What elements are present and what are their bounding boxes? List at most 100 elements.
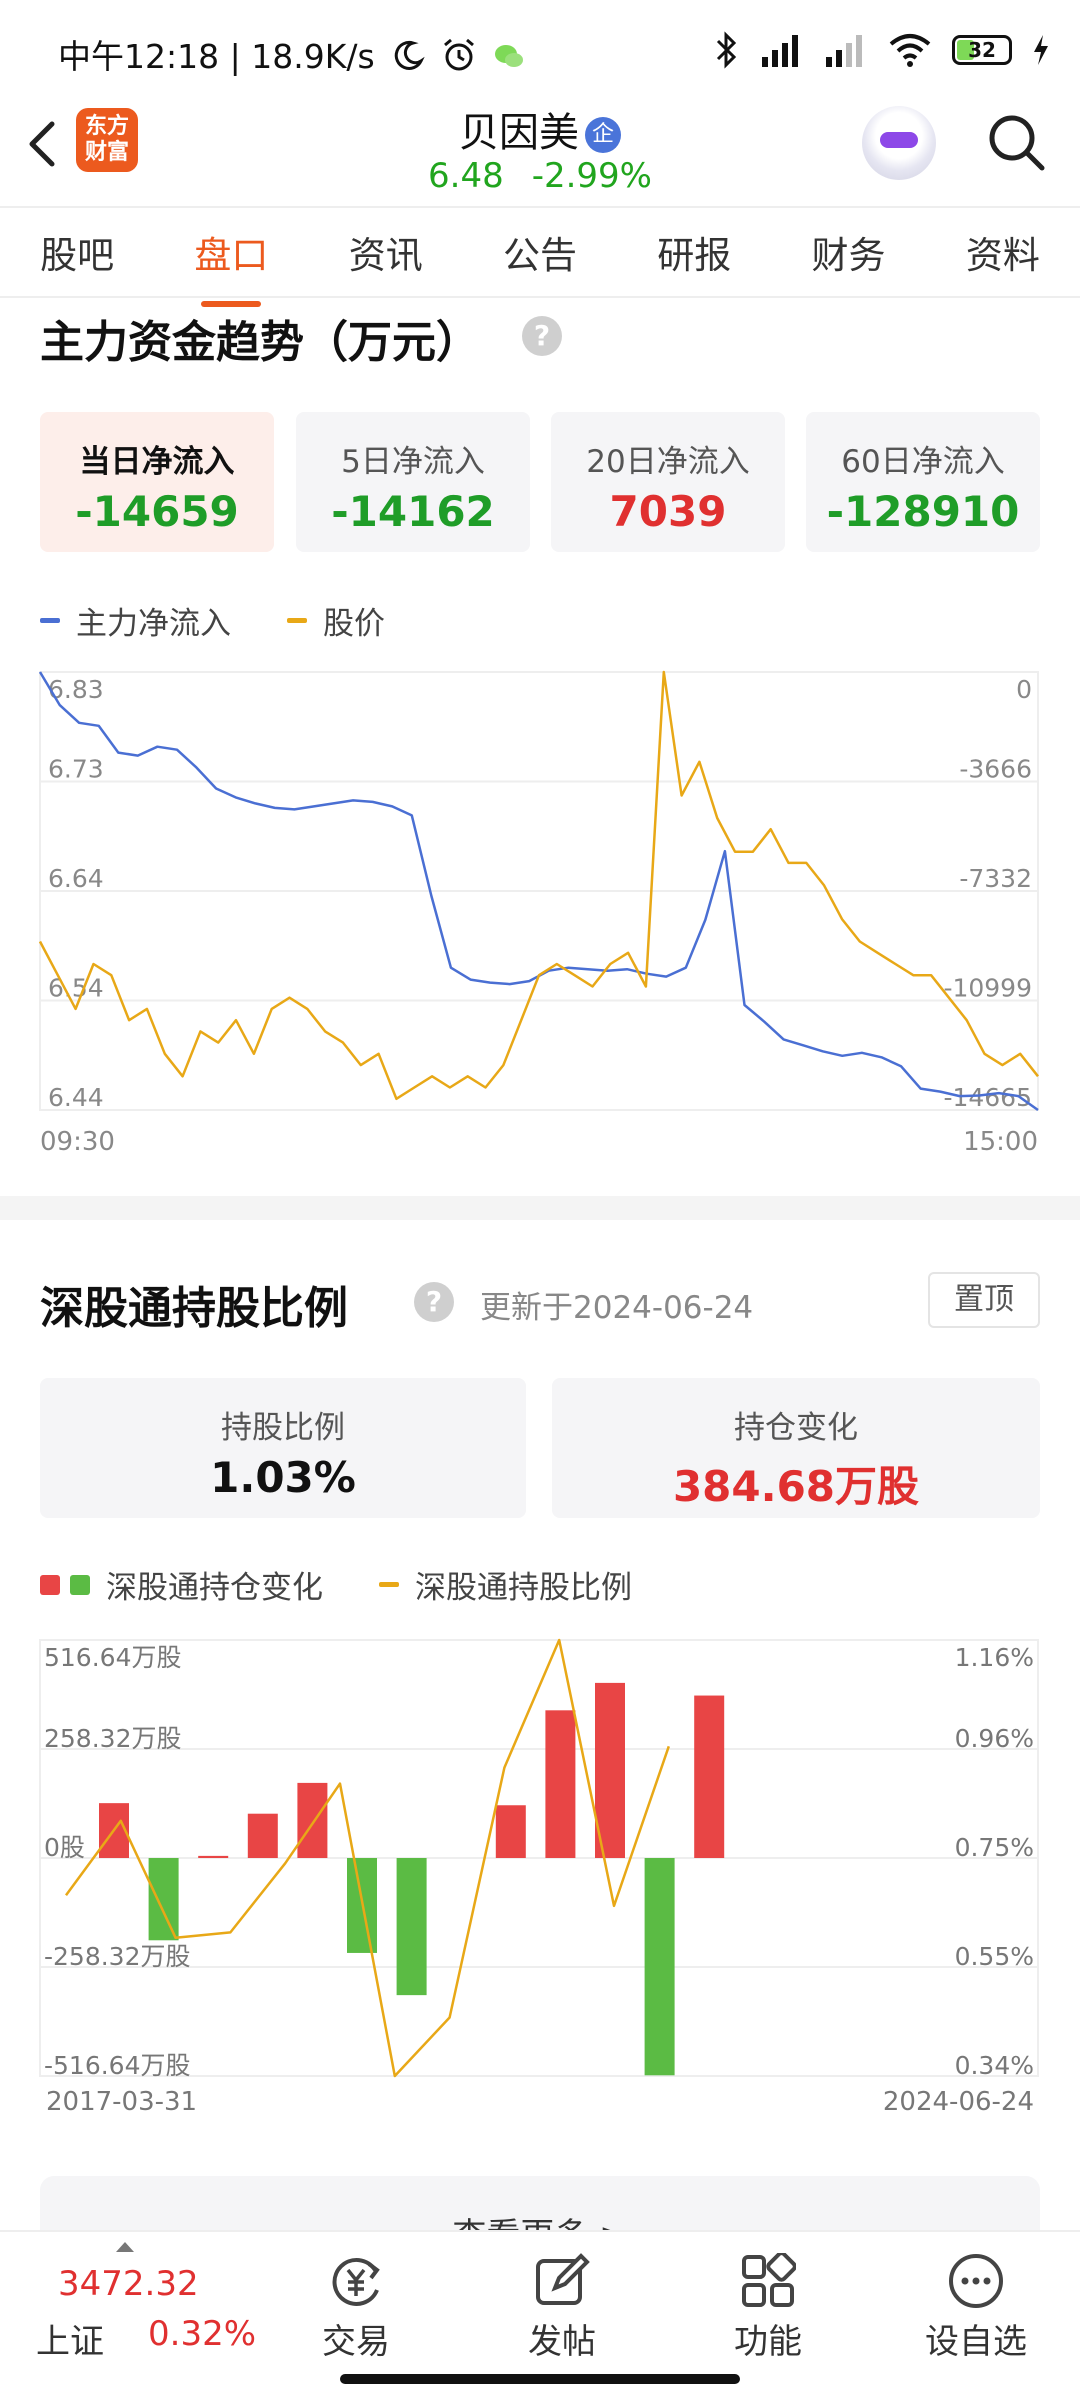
robot-avatar-icon[interactable] [862,106,936,180]
y-left-tick-label: 6.73 [48,755,104,784]
pin-top-button[interactable]: 置顶 [928,1272,1040,1328]
trade-icon [332,2257,380,2306]
nav-features[interactable]: 功能 [698,2248,838,2363]
fund-flow-title: 主力资金趋势（万元） [40,317,480,368]
fund-flow-legend: 主力净流入 股价 [40,598,385,643]
holding-change-bar [247,1813,278,1858]
tab-guba[interactable]: 股吧 [34,225,120,279]
card-label: 持仓变化 [734,1410,858,1446]
holding-title: 深股通持股比例 [40,1283,348,1334]
help-icon[interactable]: ? [522,316,562,356]
holding-change-card: 持仓变化 384.68万股 [552,1378,1040,1518]
card-value: -14162 [331,487,495,536]
fund-flow-chart: 6.83 06.73 -36666.64 -73326.54 -109996.44 -14… [38,670,1039,1157]
holding-change-bar [198,1855,229,1858]
y-left-tick-label: 516.64万股 [44,1643,181,1672]
tab-research[interactable]: 研报 [651,225,737,279]
y-left-tick-label: 258.32万股 [44,1724,181,1753]
moon-icon [394,40,425,70]
legend-label: 深股通持仓变化 [106,1570,323,1606]
stat-card-today[interactable]: 当日净流入 -14659 [40,412,274,552]
legend-swatch-red [40,1574,60,1595]
card-label: 持股比例 [221,1410,345,1446]
card-value: -14659 [75,487,239,536]
card-label: 60日净流入 [841,444,1005,480]
help-icon[interactable]: ? [414,1282,454,1322]
charging-icon [1034,35,1048,65]
tab-finance[interactable]: 财务 [806,225,892,279]
index-change[interactable]: 0.32% [148,2314,256,2354]
nav-label: 发帖 [528,2322,596,2362]
search-icon[interactable] [984,110,1048,174]
legend-label: 主力净流入 [76,606,231,642]
x-tick-label: 2024-06-24 [883,2087,1034,2117]
holding-legend: 深股通持仓变化 深股通持股比例 [40,1562,632,1607]
status-right: 32 [714,26,1050,74]
y-right-tick-label: -3666 [959,755,1032,784]
y-left-tick-label: 6.64 [48,864,104,893]
nav-label: 功能 [734,2322,802,2362]
legend-swatch-blue [40,618,60,623]
y-right-tick-label: -7332 [959,864,1032,893]
legend-swatch-green [70,1574,90,1595]
x-tick-label: 09:30 [40,1127,115,1157]
holding-change-bar [694,1695,725,1858]
wechat-icon [495,45,524,67]
caret-up-icon[interactable] [114,2240,136,2254]
y-left-tick-label: 6.44 [48,1083,104,1112]
home-indicator[interactable] [340,2374,740,2384]
section-divider [0,1196,1080,1220]
holding-change-bar [148,1858,179,1941]
legend-label: 股价 [323,606,385,642]
card-value: 1.03% [210,1453,356,1502]
separator: | [229,37,252,76]
y-right-tick-label: 0.75% [955,1833,1034,1862]
holding-change-bar [644,1858,675,2076]
grid-icon [742,2253,796,2307]
stock-change: -2.99% [531,156,652,196]
y-right-tick-label: 0 [1016,675,1032,704]
battery-text: 32 [968,38,996,62]
clock-text: 中午12:18 [58,37,220,76]
stock-header: 东方 财富 贝因美企 6.48 -2.99% [0,100,1080,204]
tab-pankou[interactable]: 盘口 [188,225,274,307]
stat-card-20d[interactable]: 20日净流入 7039 [551,412,785,552]
tab-bar: 股吧 盘口 资讯 公告 研报 财务 资料 [0,206,1080,307]
card-label: 当日净流入 [79,444,235,480]
tab-announcements[interactable]: 公告 [497,225,583,279]
card-value: -128910 [826,487,1020,536]
y-left-tick-label: -516.64万股 [44,2051,191,2080]
legend-label: 深股通持股比例 [415,1570,632,1606]
x-tick-label: 15:00 [963,1127,1038,1157]
bluetooth-icon [716,31,737,69]
index-value[interactable]: 3472.32 [58,2264,199,2304]
card-value: 7039 [609,487,727,536]
stat-card-5d[interactable]: 5日净流入 -14162 [296,412,530,552]
index-name[interactable]: 上证 [36,2314,104,2363]
nav-watchlist[interactable]: 设自选 [906,2248,1046,2363]
nav-post[interactable]: 发帖 [492,2248,632,2363]
holding-change-bar [545,1710,576,1858]
battery-icon: 32 [952,35,1012,65]
tab-news[interactable]: 资讯 [343,225,429,279]
nav-trade[interactable]: 交易 [286,2248,426,2363]
holding-change-bar [495,1805,526,1858]
holding-chart: 516.64万股 1.16% 258.32万股 0.96% 0股 0.75% -258.32… [39,1638,1039,2117]
nav-label: 设自选 [925,2322,1027,2362]
series-line-price [38,670,1039,1101]
y-right-tick-label: -10999 [943,974,1032,1003]
holding-change-bar [396,1858,427,1996]
y-right-tick-label: 0.34% [955,2051,1034,2080]
nav-label: 交易 [322,2322,390,2362]
status-time: 中午12:18 | 18.9K/s [58,30,526,78]
holding-ratio-card: 持股比例 1.03% [40,1378,526,1518]
y-right-tick-label: 1.16% [955,1643,1034,1672]
legend-swatch-orange [287,618,307,623]
tab-profile[interactable]: 资料 [960,225,1046,279]
stock-price: 6.48 [428,156,504,196]
wifi-icon [889,34,931,67]
stat-card-60d[interactable]: 60日净流入 -128910 [806,412,1040,552]
card-label: 5日净流入 [341,444,485,480]
x-tick-label: 2017-03-31 [46,2087,197,2117]
y-right-tick-label: 0.55% [955,1942,1034,1971]
